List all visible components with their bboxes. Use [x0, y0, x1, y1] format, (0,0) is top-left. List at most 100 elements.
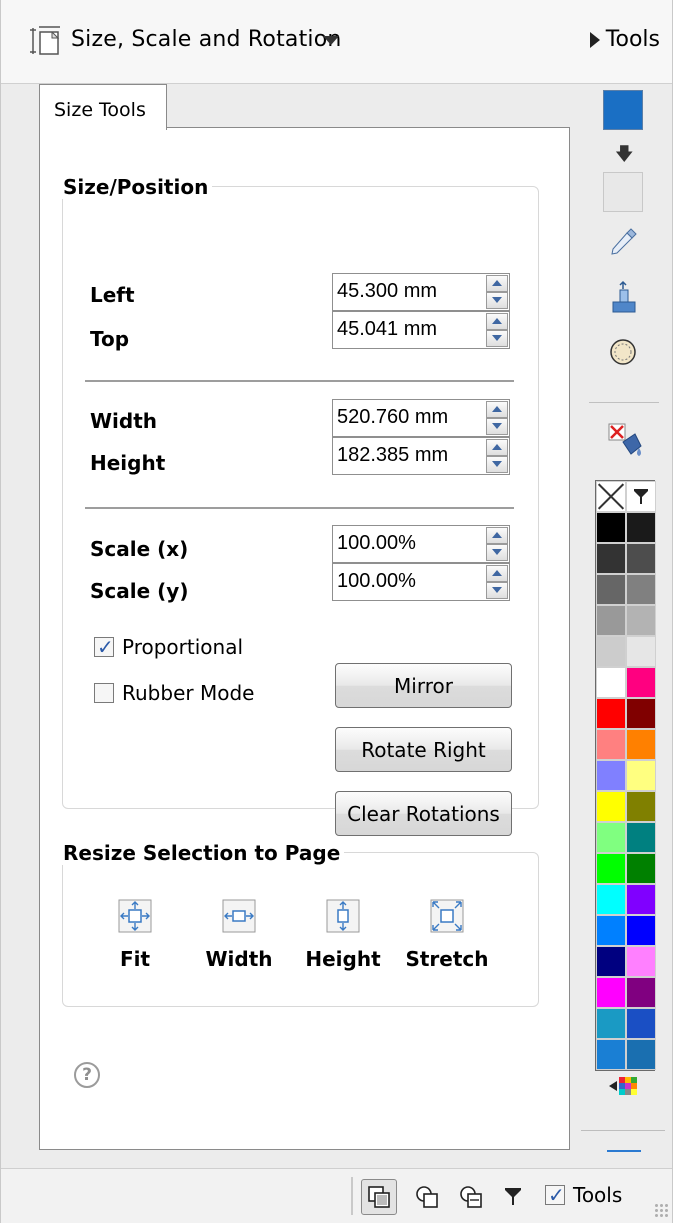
shape-outline-icon[interactable] — [605, 334, 641, 370]
height-spinbox[interactable]: 182.385 mm — [332, 437, 510, 475]
top-increment-button[interactable] — [486, 313, 508, 330]
width-increment-button[interactable] — [486, 401, 508, 418]
separator — [351, 1177, 353, 1215]
palette-swatch[interactable] — [626, 667, 656, 698]
remove-fill-icon[interactable] — [605, 420, 645, 460]
palette-swatch[interactable] — [596, 822, 626, 853]
no-color-swatch[interactable] — [596, 481, 626, 512]
palette-swatch[interactable] — [626, 853, 656, 884]
palette-swatch[interactable] — [596, 698, 626, 729]
palette-swatch[interactable] — [596, 915, 626, 946]
palette-swatch[interactable] — [596, 946, 626, 977]
scale-x-increment-button[interactable] — [486, 527, 508, 544]
tab-size-tools[interactable]: Size Tools — [39, 84, 167, 130]
palette-swatch[interactable] — [596, 636, 626, 667]
rotate-right-button[interactable]: Rotate Right — [335, 727, 512, 772]
palette-swatch[interactable] — [626, 729, 656, 760]
fit-height-button[interactable]: Height — [293, 899, 393, 971]
scale-x-spinbox[interactable]: 100.00% — [332, 525, 510, 563]
rubber-mode-label: Rubber Mode — [122, 681, 255, 705]
palette-swatch[interactable] — [626, 1008, 656, 1039]
left-increment-button[interactable] — [486, 275, 508, 292]
separator — [589, 402, 659, 403]
palette-swatch[interactable] — [596, 729, 626, 760]
palette-swatch[interactable] — [626, 884, 656, 915]
scale-y-spinbox[interactable]: 100.00% — [332, 563, 510, 601]
palette-swatch[interactable] — [596, 1008, 626, 1039]
height-decrement-button[interactable] — [486, 456, 508, 473]
rubber-mode-checkbox[interactable]: Rubber Mode — [94, 681, 254, 705]
stamp-icon[interactable] — [605, 280, 641, 316]
palette-swatch[interactable] — [596, 605, 626, 636]
chevron-down-icon[interactable] — [323, 36, 339, 45]
palette-swatch[interactable] — [596, 543, 626, 574]
rubber-mode-checkbox-box[interactable] — [94, 683, 114, 703]
tools-checkbox[interactable]: Tools — [545, 1183, 622, 1207]
palette-swatch[interactable] — [626, 543, 656, 574]
palette-swatch[interactable] — [626, 791, 656, 822]
palette-swatch[interactable] — [596, 884, 626, 915]
float-panel-button[interactable] — [409, 1179, 445, 1215]
proportional-checkbox[interactable]: Proportional — [94, 635, 243, 659]
palette-swatch[interactable] — [596, 1039, 626, 1070]
top-decrement-button[interactable] — [486, 330, 508, 347]
scale-y-increment-button[interactable] — [486, 565, 508, 582]
scale-y-value[interactable]: 100.00% — [337, 570, 416, 593]
palette-swatch[interactable] — [626, 636, 656, 667]
filter-icon[interactable] — [626, 481, 656, 512]
palette-swatch[interactable] — [626, 605, 656, 636]
palette-swatch[interactable] — [626, 574, 656, 605]
palette-swatch[interactable] — [626, 760, 656, 791]
help-icon[interactable]: ? — [74, 1062, 100, 1088]
palette-swatch[interactable] — [596, 760, 626, 791]
width-value[interactable]: 520.760 mm — [337, 406, 448, 429]
scroll-indicator — [607, 1150, 641, 1152]
swap-colors-icon[interactable]: 🡇 — [615, 142, 634, 172]
height-value[interactable]: 182.385 mm — [337, 444, 448, 467]
fit-icon — [118, 899, 152, 933]
clear-rotations-button[interactable]: Clear Rotations — [335, 791, 512, 836]
palette-swatch[interactable] — [626, 1039, 656, 1070]
dock-panel-button[interactable] — [361, 1179, 397, 1215]
palette-swatch[interactable] — [596, 791, 626, 822]
tools-checkbox-wrapper[interactable] — [545, 1183, 565, 1207]
left-decrement-button[interactable] — [486, 292, 508, 309]
palette-swatch[interactable] — [596, 977, 626, 1008]
add-palette-icon[interactable] — [605, 1068, 641, 1104]
palette-swatch[interactable] — [626, 977, 656, 1008]
eyedropper-icon[interactable] — [605, 224, 641, 260]
top-value[interactable]: 45.041 mm — [337, 318, 437, 341]
resize-grip-icon[interactable] — [654, 1203, 668, 1217]
left-value[interactable]: 45.300 mm — [337, 280, 437, 303]
palette-swatch[interactable] — [626, 698, 656, 729]
palette-swatch[interactable] — [626, 512, 656, 543]
detach-panel-button[interactable] — [453, 1179, 489, 1215]
tools-toggle-button[interactable]: Tools — [589, 27, 660, 52]
palette-swatch[interactable] — [596, 512, 626, 543]
left-spinbox[interactable]: 45.300 mm — [332, 273, 510, 311]
palette-swatch[interactable] — [626, 915, 656, 946]
palette-swatch[interactable] — [596, 667, 626, 698]
stretch-button[interactable]: Stretch — [397, 899, 497, 971]
width-icon — [222, 899, 256, 933]
proportional-checkbox-box[interactable] — [94, 635, 114, 659]
scale-x-decrement-button[interactable] — [486, 544, 508, 561]
fit-to-page-button[interactable]: Fit — [85, 899, 185, 971]
top-spinbox[interactable]: 45.041 mm — [332, 311, 510, 349]
filter-button[interactable] — [495, 1179, 531, 1215]
panel-title[interactable]: Size, Scale and Rotation — [71, 27, 342, 52]
scale-y-decrement-button[interactable] — [486, 582, 508, 599]
palette-swatch[interactable] — [626, 822, 656, 853]
width-spinbox[interactable]: 520.760 mm — [332, 399, 510, 437]
tools-checkbox-box[interactable] — [545, 1183, 565, 1207]
fit-width-button[interactable]: Width — [189, 899, 289, 971]
stroke-color-swatch[interactable] — [603, 172, 643, 212]
fill-color-swatch[interactable] — [603, 90, 643, 130]
width-decrement-button[interactable] — [486, 418, 508, 435]
scale-x-value[interactable]: 100.00% — [337, 532, 416, 555]
palette-swatch[interactable] — [596, 574, 626, 605]
palette-swatch[interactable] — [626, 946, 656, 977]
height-increment-button[interactable] — [486, 439, 508, 456]
mirror-button[interactable]: Mirror — [335, 663, 512, 708]
palette-swatch[interactable] — [596, 853, 626, 884]
